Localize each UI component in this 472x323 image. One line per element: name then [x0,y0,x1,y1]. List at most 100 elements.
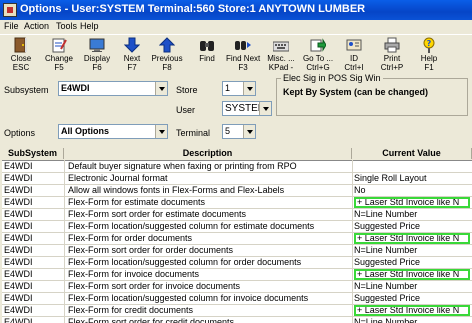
goto-button[interactable]: Go To ... Ctrl+G [301,37,335,77]
elec-sig-group: Elec Sig in POS Sig Win Kept By System (… [276,73,468,116]
menu-file[interactable]: File [4,21,19,31]
close-door-icon [13,37,29,53]
id-button[interactable]: ID Ctrl+I [337,37,371,77]
subsystem-value: E4WDI [61,83,90,93]
cell-subsystem: E4WDI [4,221,33,231]
cell-current-value: No [354,185,366,195]
column-header-description[interactable]: Description [64,148,352,159]
table-row[interactable]: E4WDI Flex-Form sort order for credit doc… [2,317,472,323]
print-button[interactable]: Print Ctrl+P [375,37,409,77]
column-header-current-value[interactable]: Current Value [352,148,472,159]
grid-header: SubSystem Description Current Value [2,148,472,161]
terminal-select[interactable]: 5 [222,124,256,139]
goto-icon [310,37,327,53]
display-button[interactable]: Display F6 [80,37,114,77]
change-icon [51,37,67,53]
cell-current-value-highlighted: + Laser Std Invoice like N [354,305,470,316]
table-row[interactable]: E4WDI Flex-Form sort order for invoice do… [2,281,472,293]
help-icon: ? [421,37,437,53]
cell-description: Flex-Form sort order for order documents [68,245,234,255]
window-title: Options - User:SYSTEM Terminal:560 Store… [20,3,366,15]
cell-description: Flex-Form location/suggested column for … [68,293,309,303]
cell-description: Flex-Form for credit documents [68,305,194,315]
svg-text:?: ? [427,39,432,48]
chevron-down-icon[interactable] [243,125,255,138]
find-next-button[interactable]: Find Next F3 [226,37,260,77]
toolbar: Close ESC Change F5 Display F6 Next F7 P… [0,34,472,78]
cell-current-value: N=Line Number [354,317,418,323]
app-icon[interactable] [3,3,17,17]
chevron-down-icon[interactable] [155,125,167,138]
chevron-down-icon[interactable] [243,82,255,95]
cell-subsystem: E4WDI [4,257,33,267]
cell-description: Flex-Form for estimate documents [68,197,206,207]
table-row[interactable]: E4WDI Electronic Journal format Single Rol… [2,173,472,185]
elec-sig-value: Kept By System (can be changed) [283,87,429,97]
cell-description: Flex-Form sort order for credit document… [68,317,235,323]
table-row[interactable]: E4WDI Default buyer signature when faxing… [2,161,472,173]
printer-icon [384,37,400,53]
cell-description: Flex-Form location/suggested column for … [68,257,302,267]
table-row[interactable]: E4WDI Flex-Form for invoice documents + La… [2,269,472,281]
cell-current-value: N=Line Number [354,245,418,255]
menu-bar: File Action Tools Help [0,20,472,34]
arrow-up-icon [158,37,176,53]
title-bar: Options - User:SYSTEM Terminal:560 Store… [0,0,472,20]
cell-subsystem: E4WDI [4,209,33,219]
options-value: All Options [61,126,109,136]
next-button[interactable]: Next F7 [115,37,149,77]
chevron-down-icon[interactable] [259,102,271,115]
cell-subsystem: E4WDI [4,185,33,195]
cell-description: Flex-Form sort order for invoice documen… [68,281,241,291]
options-label: Options [4,128,36,138]
cell-subsystem: E4WDI [4,293,33,303]
cell-description: Flex-Form for invoice documents [68,269,200,279]
id-card-icon [346,37,362,53]
previous-button[interactable]: Previous F8 [150,37,184,77]
options-grid: SubSystem Description Current Value E4WD… [2,148,472,323]
menu-tools[interactable]: Tools [56,21,77,31]
user-select[interactable]: SYSTEM [222,101,272,116]
subsystem-select[interactable]: E4WDI [58,81,168,96]
binoculars-icon [199,37,215,53]
table-row[interactable]: E4WDI Flex-Form for estimate documents + L… [2,197,472,209]
options-select[interactable]: All Options [58,124,168,139]
table-row[interactable]: E4WDI Flex-Form sort order for order docu… [2,245,472,257]
cell-subsystem: E4WDI [4,161,33,171]
table-row[interactable]: E4WDI Allow all windows fonts in Flex-For… [2,185,472,197]
table-row[interactable]: E4WDI Flex-Form for credit documents + Las… [2,305,472,317]
cell-subsystem: E4WDI [4,197,33,207]
cell-description: Flex-Form location/suggested column for … [68,221,315,231]
store-label: Store [176,85,198,95]
cell-subsystem: E4WDI [4,245,33,255]
misc-button[interactable]: Misc. ... KPad - [264,37,298,77]
close-button[interactable]: Close ESC [4,37,38,77]
cell-description: Electronic Journal format [68,173,168,183]
change-button[interactable]: Change F5 [42,37,76,77]
user-label: User [176,105,196,115]
elec-sig-title: Elec Sig in POS Sig Win [281,73,383,83]
store-value: 1 [225,83,231,93]
terminal-label: Terminal [176,128,211,138]
cell-current-value: Suggested Price [354,221,421,231]
display-icon [89,37,105,53]
keyboard-icon [272,37,290,53]
menu-help[interactable]: Help [80,21,99,31]
column-header-subsystem[interactable]: SubSystem [2,148,64,159]
table-row[interactable]: E4WDI Flex-Form for order documents + Lase… [2,233,472,245]
store-select[interactable]: 1 [222,81,256,96]
terminal-value: 5 [225,126,231,136]
binoculars-next-icon [235,37,251,53]
table-row[interactable]: E4WDI Flex-Form sort order for estimate d… [2,209,472,221]
chevron-down-icon[interactable] [155,82,167,95]
table-row[interactable]: E4WDI Flex-Form location/suggested column… [2,293,472,305]
table-row[interactable]: E4WDI Flex-Form location/suggested column… [2,257,472,269]
cell-description: Allow all windows fonts in Flex-Forms an… [68,185,285,195]
cell-description: Default buyer signature when faxing or p… [68,161,297,171]
find-button[interactable]: Find [190,37,224,77]
help-button[interactable]: ? Help F1 [412,37,446,77]
menu-action[interactable]: Action [24,21,49,31]
table-row[interactable]: E4WDI Flex-Form location/suggested column… [2,221,472,233]
cell-subsystem: E4WDI [4,281,33,291]
cell-current-value: N=Line Number [354,281,418,291]
